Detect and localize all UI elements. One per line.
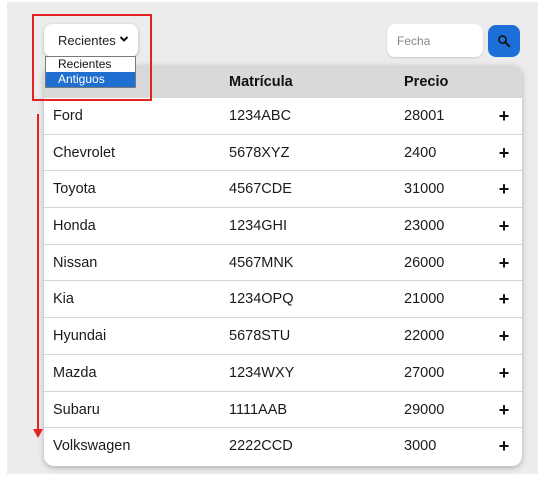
cell-plate: 1234OPQ (229, 291, 294, 308)
add-button[interactable]: + (494, 179, 514, 199)
cell-brand: Toyota (53, 181, 96, 198)
cell-brand: Hyundai (53, 328, 107, 345)
cell-price: 26000 (404, 254, 445, 271)
cell-price: 21000 (404, 291, 445, 308)
add-button[interactable]: + (494, 106, 514, 126)
cell-brand: Ford (53, 108, 83, 124)
cell-plate: 2222CCD (229, 438, 293, 455)
cell-price: 31000 (404, 181, 445, 198)
cell-plate: 4567MNK (229, 254, 294, 271)
table-row: Honda 1234GHI 23000 + (44, 208, 522, 245)
header-price: Precio (404, 74, 449, 90)
cell-price: 22000 (404, 328, 445, 345)
cell-plate: 1234GHI (229, 218, 288, 235)
add-button[interactable]: + (494, 253, 514, 273)
add-button[interactable]: + (494, 436, 514, 456)
table-row: Subaru 1111AAB 29000 + (44, 392, 522, 429)
cell-brand: Nissan (53, 254, 98, 271)
table-row: Mazda 1234WXY 27000 + (44, 355, 522, 392)
table-row: Kia 1234OPQ 21000 + (44, 281, 522, 319)
search-button[interactable] (488, 25, 520, 57)
cell-brand: Subaru (53, 401, 100, 418)
table-row: Ford 1234ABC 28001 + (44, 98, 522, 135)
cell-price: 28001 (404, 108, 445, 124)
cell-plate: 1111AAB (229, 401, 288, 418)
cell-brand: Mazda (53, 364, 97, 381)
annotation-highlight-box (32, 14, 152, 101)
table-row: Toyota 4567CDE 31000 + (44, 171, 522, 209)
cell-price: 2400 (404, 144, 437, 161)
add-button[interactable]: + (494, 143, 514, 163)
cell-plate: 1234WXY (229, 364, 295, 381)
cell-brand: Kia (53, 291, 74, 308)
cell-plate: 5678STU (229, 328, 291, 345)
cell-price: 27000 (404, 364, 445, 381)
cars-table: Matrícula Precio Ford 1234ABC 28001 + Chevro… (44, 65, 522, 466)
table-row: Hyundai 5678STU 22000 + (44, 318, 522, 355)
annotation-arrow-line (37, 114, 39, 432)
add-button[interactable]: + (494, 363, 514, 383)
date-search-input[interactable] (387, 24, 483, 57)
table-row: Volkswagen 2222CCD 3000 + (44, 428, 522, 465)
add-button[interactable]: + (494, 216, 514, 236)
search-icon (498, 35, 511, 48)
cell-plate: 5678XYZ (229, 144, 290, 161)
annotation-arrow-head (33, 429, 43, 438)
add-button[interactable]: + (494, 326, 514, 346)
cell-brand: Chevrolet (53, 144, 116, 161)
table-row: Chevrolet 5678XYZ 2400 + (44, 135, 522, 172)
cell-price: 23000 (404, 218, 445, 235)
cell-brand: Volkswagen (53, 438, 131, 455)
table-row: Nissan 4567MNK 26000 + (44, 245, 522, 282)
cell-brand: Honda (53, 218, 96, 235)
cell-plate: 1234ABC (229, 108, 292, 124)
add-button[interactable]: + (494, 400, 514, 420)
add-button[interactable]: + (494, 289, 514, 309)
header-plate: Matrícula (229, 74, 293, 90)
cell-price: 29000 (404, 401, 445, 418)
cell-price: 3000 (404, 438, 437, 455)
cell-plate: 4567CDE (229, 181, 292, 198)
table-body: Ford 1234ABC 28001 + Chevrolet 5678XYZ 2400 + To… (44, 98, 522, 465)
